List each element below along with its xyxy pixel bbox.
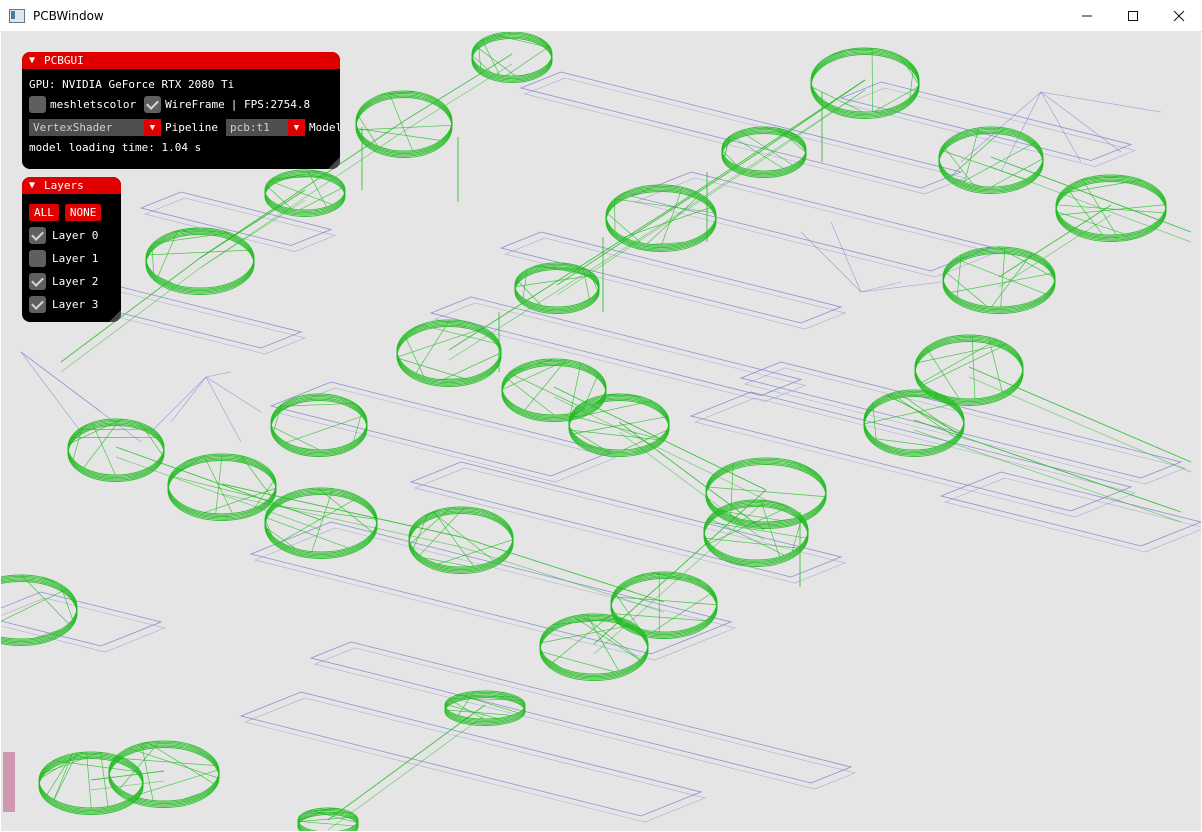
minimize-button[interactable] — [1064, 0, 1110, 31]
collapse-triangle-icon[interactable]: ▼ — [29, 180, 35, 191]
model-label: Model — [309, 121, 340, 134]
meshletscolor-checkbox[interactable] — [29, 96, 46, 113]
close-button[interactable] — [1156, 0, 1202, 31]
minimize-icon — [1081, 10, 1093, 22]
wireframe-checkbox[interactable] — [144, 96, 161, 113]
model-loading-time: model loading time: 1.04 s — [29, 141, 201, 154]
pcbgui-panel-header[interactable]: ▼ PCBGUI — [22, 52, 340, 69]
collapse-triangle-icon[interactable]: ▼ — [29, 55, 35, 66]
layer-1-checkbox[interactable] — [29, 250, 46, 267]
dropdown-arrow-icon[interactable]: ▼ — [288, 119, 305, 136]
window-title: PCBWindow — [33, 9, 104, 23]
layers-panel[interactable]: ▼ Layers ALL NONE Layer 0 Layer 1 Layer … — [22, 177, 121, 322]
gpu-label: GPU: NVIDIA GeForce RTX 2080 Ti — [29, 78, 234, 91]
pipeline-dropdown-value: VertexShader — [29, 119, 144, 136]
layer-2-label: Layer 2 — [52, 275, 98, 288]
render-options-row: meshletscolor WireFrame | FPS:2754.8 — [29, 96, 310, 113]
layer-2-checkbox[interactable] — [29, 273, 46, 290]
layer-3-label: Layer 3 — [52, 298, 98, 311]
layer-item[interactable]: Layer 3 — [29, 296, 98, 313]
resize-grip-icon[interactable] — [328, 157, 340, 169]
pcbgui-panel[interactable]: ▼ PCBGUI GPU: NVIDIA GeForce RTX 2080 Ti… — [22, 52, 340, 169]
layer-1-label: Layer 1 — [52, 252, 98, 265]
no-layers-button[interactable]: NONE — [65, 204, 102, 221]
maximize-button[interactable] — [1110, 0, 1156, 31]
layer-0-label: Layer 0 — [52, 229, 98, 242]
resize-grip-icon[interactable] — [109, 310, 121, 322]
app-icon — [9, 9, 25, 23]
layer-item[interactable]: Layer 2 — [29, 273, 98, 290]
title-bar: PCBWindow — [0, 0, 1202, 32]
fps-readout: | FPS:2754.8 — [231, 98, 310, 111]
pipeline-dropdown[interactable]: VertexShader ▼ — [29, 119, 161, 136]
meshletscolor-label: meshletscolor — [50, 98, 136, 111]
layers-panel-header[interactable]: ▼ Layers — [22, 177, 121, 194]
layer-item[interactable]: Layer 1 — [29, 250, 98, 267]
layer-item[interactable]: Layer 0 — [29, 227, 98, 244]
layers-toggle-row: ALL NONE — [29, 204, 107, 221]
maximize-icon — [1127, 10, 1139, 22]
layer-0-checkbox[interactable] — [29, 227, 46, 244]
wireframe-label: WireFrame — [165, 98, 225, 111]
layer-3-checkbox[interactable] — [29, 296, 46, 313]
close-icon — [1173, 10, 1185, 22]
loading-time-row: model loading time: 1.04 s — [29, 141, 201, 154]
dropdown-arrow-icon[interactable]: ▼ — [144, 119, 161, 136]
pipeline-label: Pipeline — [165, 121, 218, 134]
gpu-row: GPU: NVIDIA GeForce RTX 2080 Ti — [29, 78, 234, 91]
window-controls — [1064, 0, 1202, 31]
model-dropdown[interactable]: pcb:t1 ▼ — [226, 119, 305, 136]
model-dropdown-value: pcb:t1 — [226, 119, 288, 136]
pcbgui-panel-title: PCBGUI — [44, 54, 84, 67]
all-layers-button[interactable]: ALL — [29, 204, 59, 221]
layers-panel-title: Layers — [44, 179, 84, 192]
pipeline-row: VertexShader ▼ Pipeline pcb:t1 ▼ Model — [29, 119, 340, 136]
